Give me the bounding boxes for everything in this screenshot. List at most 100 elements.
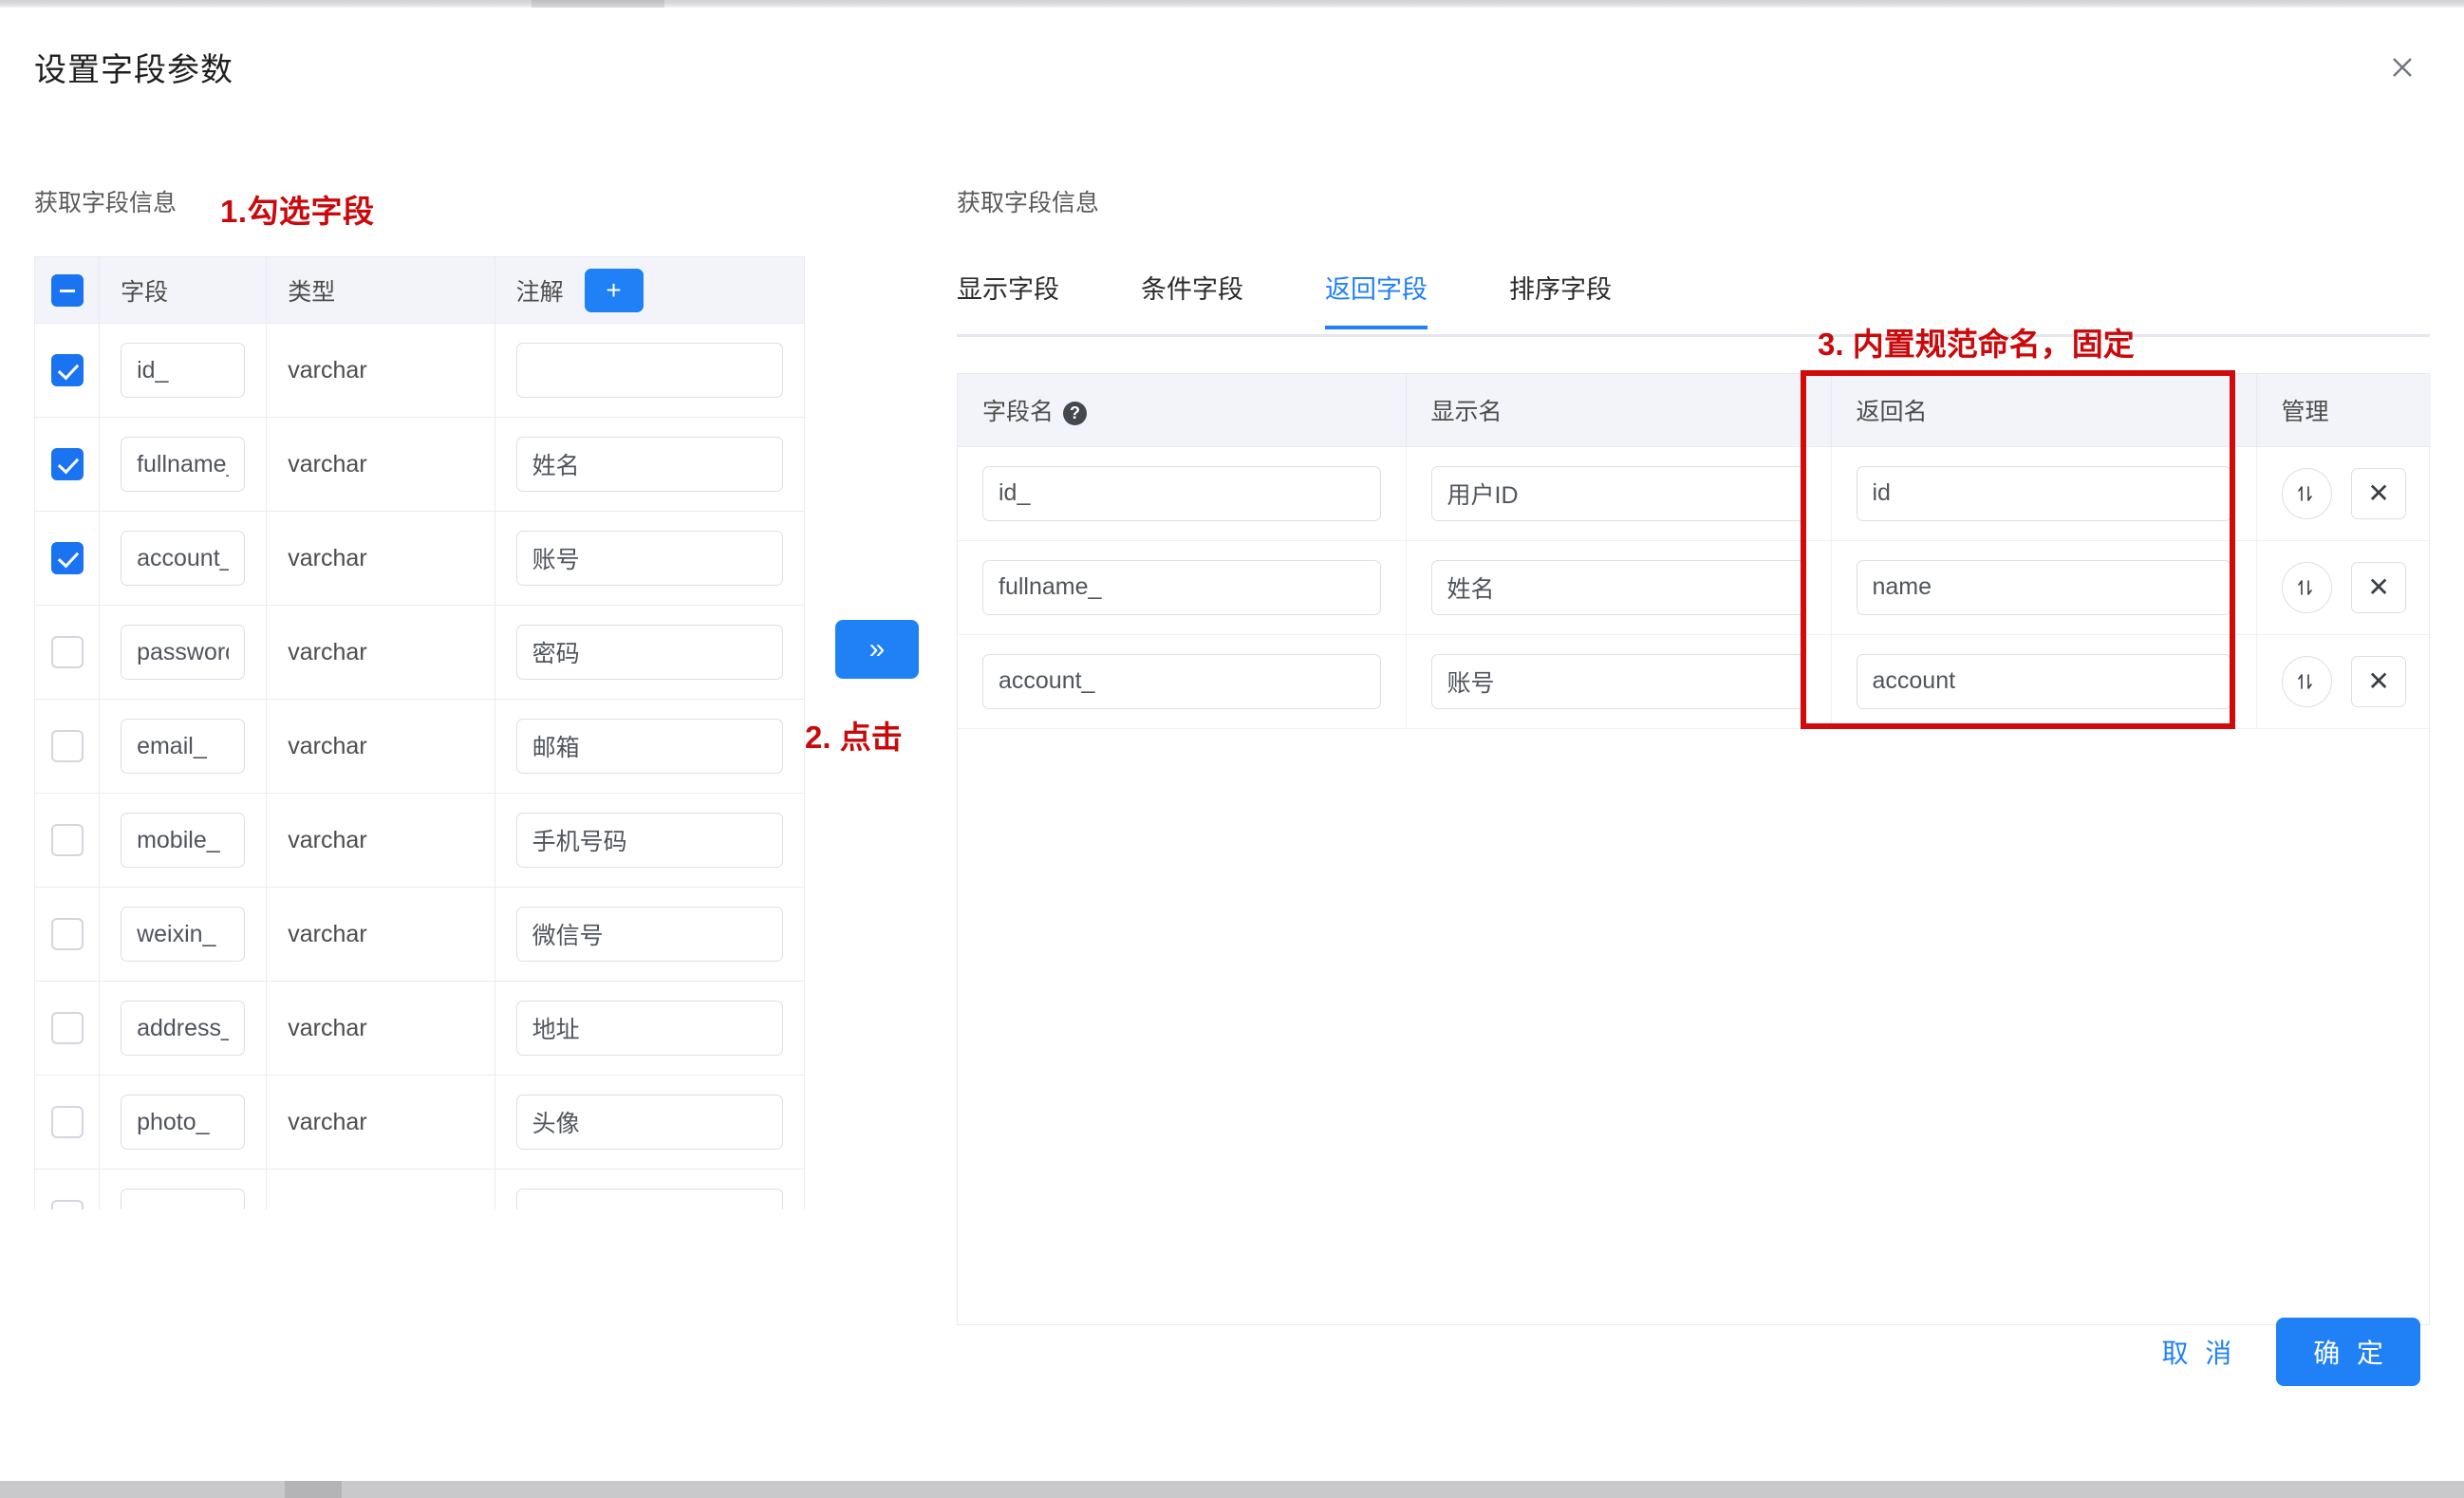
table-row: varchar [34,323,805,418]
left-pane-header: 获取字段信息 [34,184,822,218]
field-name-input[interactable] [982,653,1381,709]
field-note-input[interactable] [515,437,783,492]
field-name-input[interactable] [121,1001,246,1056]
delete-row-button[interactable]: ✕ [2351,467,2406,519]
return-field-body: ✕ ✕ ✕ [958,446,2431,729]
field-note-input[interactable] [515,1095,783,1150]
return-name-input[interactable] [1856,559,2231,615]
annotation-step-1: 1.勾选字段 [220,194,375,229]
field-note-input[interactable] [515,531,783,586]
field-name-input[interactable] [121,437,246,492]
row-checkbox[interactable] [50,1200,84,1209]
field-name-input[interactable] [121,813,246,868]
return-field-header-row: 字段名? 显示名 返回名 管理 [958,374,2431,447]
field-note-cell [494,511,805,606]
field-name-input[interactable] [121,343,246,398]
window-chrome-nub [532,0,664,8]
field-type-cell: varchar [266,793,495,888]
field-note-cell [494,323,805,418]
help-icon[interactable]: ? [1063,401,1088,425]
right-pane-header: 获取字段信息 [957,184,2430,218]
row-select-cell [34,1075,101,1170]
select-all-header [34,256,101,324]
table-row: varchar [34,417,805,512]
field-type-text: varchar [288,1014,367,1041]
row-checkbox[interactable] [50,636,84,668]
row-select-cell [34,793,101,888]
left-section-label: 获取字段信息 [34,190,177,216]
display-name-input[interactable] [1430,559,1806,615]
return-name-input[interactable] [1856,465,2231,521]
row-checkbox[interactable] [50,824,84,856]
field-note-input[interactable] [515,719,783,774]
field-name-cell [958,446,1407,541]
field-name-input[interactable] [121,907,246,962]
close-icon[interactable] [2384,49,2420,85]
sort-updown-icon[interactable] [2281,561,2333,613]
display-name-cell [1406,540,1832,635]
tab-3[interactable]: 排序字段 [1509,269,1612,327]
tab-2[interactable]: 返回字段 [1325,269,1428,329]
field-type-cell: varchar [266,511,495,606]
row-checkbox[interactable] [50,1012,84,1044]
field-note-input[interactable] [515,343,783,398]
field-name-input[interactable] [121,531,246,586]
tab-1[interactable]: 条件字段 [1141,269,1243,327]
field-note-input[interactable] [515,813,783,868]
field-name-cell [99,1169,268,1209]
row-checkbox[interactable] [50,1106,84,1138]
row-select-cell [34,511,101,606]
manage-cell: ✕ [2256,634,2431,729]
horizontal-scrollbar[interactable] [0,1481,2464,1498]
row-checkbox[interactable] [50,730,84,762]
row-checkbox[interactable] [50,448,84,480]
confirm-button[interactable]: 确 定 [2276,1318,2420,1386]
table-row: varchar [34,1075,805,1170]
field-note-input[interactable] [515,625,783,680]
table-row: varchar [34,605,805,700]
annotation-step-2: 2. 点击 [805,720,903,755]
field-name-input[interactable] [121,719,246,774]
row-checkbox[interactable] [50,354,84,386]
page-title: 设置字段参数 [34,52,233,88]
row-select-cell [34,699,101,794]
field-note-input[interactable] [515,907,783,962]
right-section-label: 获取字段信息 [957,190,1100,216]
tab-0[interactable]: 显示字段 [957,269,1059,327]
field-note-cell [494,793,805,888]
field-name-input[interactable] [121,625,246,680]
row-checkbox[interactable] [50,542,84,574]
select-all-checkbox[interactable] [50,273,84,307]
delete-row-button[interactable]: ✕ [2351,655,2406,707]
field-name-input[interactable] [121,1095,246,1150]
return-name-column-header: 返回名 [1831,374,2257,447]
field-type-cell: varchar [266,417,495,512]
scrollbar-thumb[interactable] [285,1481,342,1498]
return-name-input[interactable] [1856,653,2231,709]
field-note-cell [494,887,805,982]
field-type-cell: varchar [266,1075,495,1170]
row-checkbox[interactable] [50,918,84,950]
display-name-input[interactable] [1430,465,1806,521]
field-name-input[interactable] [121,1189,246,1209]
field-name-input[interactable] [982,559,1381,615]
cancel-button[interactable]: 取 消 [2154,1323,2244,1380]
delete-row-button[interactable]: ✕ [2351,561,2406,613]
add-note-button[interactable]: + [584,268,644,312]
sort-updown-icon[interactable] [2281,655,2333,707]
row-select-cell [34,417,101,512]
field-note-cell [494,417,805,512]
display-name-input[interactable] [1430,653,1806,709]
transfer-right-button[interactable]: » [835,620,919,679]
row-select-cell [34,323,101,418]
field-type-text: varchar [288,638,367,665]
field-column-header: 字段 [99,256,268,324]
field-note-input[interactable] [515,1189,783,1209]
field-tabs: 显示字段 条件字段 返回字段 排序字段 [957,269,2430,337]
field-note-cell [494,1169,805,1209]
row-select-cell [34,981,101,1076]
sort-updown-icon[interactable] [2281,467,2333,519]
field-name-input[interactable] [982,465,1381,521]
field-note-input[interactable] [515,1001,783,1056]
field-name-cell [99,323,268,418]
